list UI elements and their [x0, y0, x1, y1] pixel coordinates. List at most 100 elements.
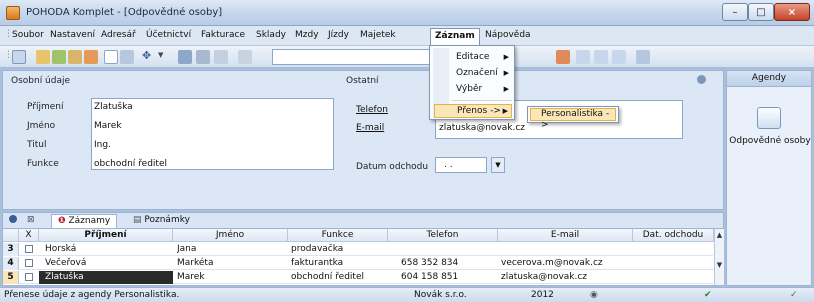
header-name[interactable]: Jméno [173, 229, 288, 242]
copy-icon[interactable] [214, 50, 228, 64]
edit-icon[interactable] [120, 50, 134, 64]
header-rownum [3, 229, 19, 242]
menu-napoveda[interactable]: Nápověda [485, 30, 531, 40]
menu-zaznam[interactable]: Záznam [430, 28, 480, 45]
close-button[interactable]: × [774, 3, 810, 21]
records-icon: ❶ [58, 216, 66, 226]
menu-mzdy[interactable]: Mzdy [295, 30, 319, 40]
print-preview-icon[interactable] [52, 50, 66, 64]
responsible-persons-icon[interactable] [757, 107, 781, 129]
menu-majetek[interactable]: Majetek [360, 30, 396, 40]
leave-date-field[interactable]: . . [435, 157, 487, 173]
cell-surname: Zlatuška [45, 272, 84, 282]
panel-icon[interactable] [594, 50, 608, 64]
header-function[interactable]: Funkce [288, 229, 388, 242]
tab-notes[interactable]: ▤ Poznámky [127, 214, 196, 228]
leave-date-value: . . [444, 160, 453, 170]
group-other-label: Ostatní [346, 76, 379, 86]
menu-nastaveni[interactable]: Nastavení [50, 30, 95, 40]
table-row[interactable]: 3 Horská Jana prodavačka [3, 243, 713, 256]
email-link[interactable]: E-mail [356, 123, 384, 133]
menu-ucetnictvi[interactable]: Účetnictví [146, 30, 191, 40]
row-number: 4 [3, 257, 19, 270]
cell-email: vecerova.m@novak.cz [501, 258, 603, 268]
agenda-item-label[interactable]: Odpovědné osoby [727, 136, 813, 146]
window-icon[interactable] [576, 50, 590, 64]
header-email[interactable]: E-mail [498, 229, 633, 242]
agenda-icon-button[interactable] [12, 50, 26, 64]
menu-soubor[interactable]: Soubor [12, 30, 44, 40]
ok-status-icon: ✓ [790, 290, 798, 300]
related-icon[interactable] [556, 50, 570, 64]
function-field[interactable]: obchodní ředitel [94, 159, 167, 169]
tabs-bar: ⊠ ❶ Záznamy ▤ Poznámky [2, 212, 724, 228]
dropdown-item-oznaceni[interactable]: Označení ▶ [434, 67, 512, 81]
row-checkbox[interactable] [25, 273, 33, 281]
header-phone[interactable]: Telefon [388, 229, 498, 242]
cell-phone: 604 158 851 [401, 272, 459, 282]
notes-icon: ▤ [133, 215, 142, 225]
row-number: 5 [3, 271, 19, 284]
menu-jizdy[interactable]: Jízdy [328, 30, 349, 40]
submenu-item-personalistika[interactable]: Personalistika -> [530, 108, 616, 130]
report-icon[interactable] [68, 50, 82, 64]
cell-surname: Večeřová [45, 258, 87, 268]
header-surname[interactable]: Příjmení [39, 229, 173, 242]
tab-records[interactable]: ❶ Záznamy [51, 214, 118, 228]
chevron-down-icon[interactable]: ▼ [158, 51, 163, 59]
save-as-icon[interactable] [196, 50, 210, 64]
agendas-header: Agendy [727, 71, 811, 87]
cell-name: Jana [177, 244, 197, 254]
agendas-panel: Agendy Odpovědné osoby [726, 70, 812, 286]
app-icon [6, 6, 20, 20]
export-icon[interactable] [84, 50, 98, 64]
phone-link[interactable]: Telefon [356, 105, 388, 115]
cell-function: prodavačka [291, 244, 344, 254]
table-row-selected[interactable]: 5 Zlatuška Marek obchodní ředitel 604 15… [3, 271, 713, 284]
calendar-dropdown-button[interactable]: ▼ [491, 157, 505, 173]
vertical-scrollbar[interactable]: ▲ ▼ [714, 229, 724, 285]
name-field[interactable]: Marek [94, 121, 122, 131]
surname-label: Příjmení [27, 102, 64, 112]
info-icon[interactable] [697, 75, 706, 84]
menu-bar: ⋮ Soubor Nastavení Adresář Účetnictví Fa… [0, 26, 814, 46]
header-leave-date[interactable]: Dat. odchodu [633, 229, 714, 242]
row-checkbox[interactable] [25, 245, 33, 253]
dropdown-item-editace[interactable]: Editace ▶ [434, 51, 512, 65]
dropdown-item-prenos[interactable]: Přenos -> ▶ [434, 104, 512, 118]
prenos-submenu: Personalistika -> [527, 106, 619, 130]
scroll-down-icon[interactable]: ▼ [715, 261, 724, 269]
table-row[interactable]: 4 Večeřová Markéta fakturantka 658 352 8… [3, 257, 713, 270]
record-form: Osobní údaje Ostatní Příjmení Jméno Titu… [2, 70, 724, 210]
new-record-icon[interactable] [104, 50, 118, 64]
header-x[interactable]: X [19, 229, 39, 242]
menu-sklady[interactable]: Sklady [256, 30, 286, 40]
dropdown-separator [452, 100, 512, 101]
filter-icon[interactable]: ⊠ [27, 215, 35, 225]
email-field[interactable]: zlatuska@novak.cz [439, 123, 525, 133]
help-icon[interactable] [636, 50, 650, 64]
minimize-button[interactable]: – [722, 3, 748, 21]
maximize-button[interactable]: □ [748, 3, 774, 21]
toolbar: ⋮ ✥ ▼ ▼ [0, 46, 814, 68]
surname-field[interactable]: Zlatuška [94, 102, 133, 112]
checkmark-icon: ✔ [704, 290, 712, 300]
title-field[interactable]: Ing. [94, 140, 111, 150]
menu-adresar[interactable]: Adresář [101, 30, 136, 40]
paste-icon[interactable] [238, 50, 252, 64]
navigate-icon[interactable]: ✥ [142, 49, 151, 62]
cell-function: obchodní ředitel [291, 272, 364, 282]
cell-email [501, 243, 631, 256]
layout-icon[interactable] [612, 50, 626, 64]
window-title: POHODA Komplet - [Odpovědné osoby] [26, 7, 223, 18]
dropdown-item-vyber[interactable]: Výběr ▶ [434, 83, 512, 97]
menu-fakturace[interactable]: Fakturace [201, 30, 245, 40]
function-label: Funkce [27, 159, 59, 169]
records-grid: X Příjmení Jméno Funkce Telefon E-mail D… [2, 228, 724, 286]
row-checkbox[interactable] [25, 259, 33, 267]
save-icon[interactable] [178, 50, 192, 64]
print-icon[interactable] [36, 50, 50, 64]
scroll-up-icon[interactable]: ▲ [715, 231, 724, 239]
title-bar: POHODA Komplet - [Odpovědné osoby] – □ × [0, 0, 814, 26]
cell-surname: Horská [45, 244, 77, 254]
